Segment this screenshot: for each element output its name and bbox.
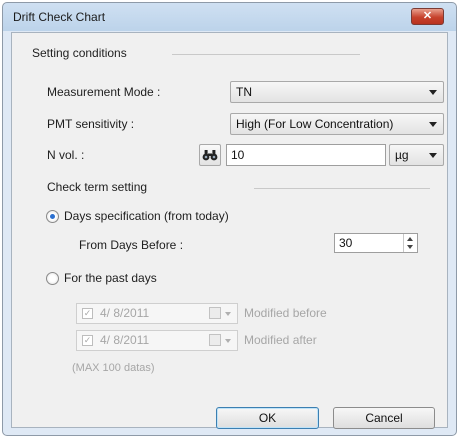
days-specification-label[interactable]: Days specification (from today) [64, 209, 229, 223]
from-days-before-value: 30 [339, 236, 353, 250]
pmt-sensitivity-select[interactable]: High (For Low Concentration) [230, 113, 444, 135]
checkbox-icon[interactable]: ✓ [82, 335, 93, 346]
modified-after-label: Modified after [244, 333, 317, 347]
n-vol-unit-value: µg [395, 148, 409, 162]
measurement-mode-label: Measurement Mode : [47, 85, 161, 99]
modified-before-date: 4/ 8/2011 [100, 306, 150, 320]
n-vol-unit-select[interactable]: µg [389, 144, 444, 166]
n-vol-label: N vol. : [47, 148, 85, 162]
chevron-down-icon [429, 90, 437, 95]
from-days-before-stepper[interactable]: 30 [334, 233, 418, 253]
days-specification-radio[interactable] [46, 210, 59, 223]
binoculars-icon [202, 150, 218, 161]
measurement-mode-value: TN [236, 85, 252, 99]
close-icon: ✕ [422, 10, 433, 22]
calendar-icon [209, 334, 221, 346]
checkbox-icon[interactable]: ✓ [82, 308, 93, 319]
title-bar[interactable]: Drift Check Chart ✕ [3, 3, 456, 31]
drift-check-dialog: Drift Check Chart ✕ Setting conditions M… [2, 2, 457, 436]
setting-conditions-heading: Setting conditions [32, 46, 127, 60]
chevron-down-icon [225, 312, 231, 316]
chevron-down-icon [429, 122, 437, 127]
ok-button[interactable]: OK [216, 407, 319, 429]
n-vol-input[interactable]: 10 [226, 144, 386, 166]
past-days-radio[interactable] [46, 272, 59, 285]
check-term-heading: Check term setting [47, 180, 148, 194]
max-data-note: (MAX 100 datas) [72, 362, 155, 374]
pmt-sensitivity-value: High (For Low Concentration) [236, 117, 394, 131]
calendar-icon [209, 307, 221, 319]
chevron-down-icon [429, 153, 437, 158]
window-title: Drift Check Chart [13, 10, 106, 24]
chevron-down-icon [225, 339, 231, 343]
modified-before-label: Modified before [244, 306, 327, 320]
spin-down-icon[interactable] [407, 245, 413, 249]
close-button[interactable]: ✕ [411, 8, 444, 25]
dialog-body: Setting conditions Measurement Mode : TN… [11, 32, 448, 429]
modified-after-date-picker[interactable]: ✓ 4/ 8/2011 [76, 330, 238, 351]
past-days-label[interactable]: For the past days [64, 271, 157, 285]
section-divider [172, 54, 360, 55]
from-days-before-label: From Days Before : [79, 238, 184, 252]
n-vol-value: 10 [231, 148, 245, 162]
spin-up-icon[interactable] [407, 237, 413, 241]
section-divider [254, 188, 430, 189]
modified-after-date: 4/ 8/2011 [100, 333, 150, 347]
n-vol-lookup-button[interactable] [199, 144, 221, 166]
spin-buttons[interactable] [403, 234, 417, 252]
cancel-button[interactable]: Cancel [333, 407, 435, 429]
pmt-sensitivity-label: PMT sensitivity : [47, 117, 135, 131]
modified-before-date-picker[interactable]: ✓ 4/ 8/2011 [76, 303, 238, 324]
measurement-mode-select[interactable]: TN [230, 81, 444, 103]
